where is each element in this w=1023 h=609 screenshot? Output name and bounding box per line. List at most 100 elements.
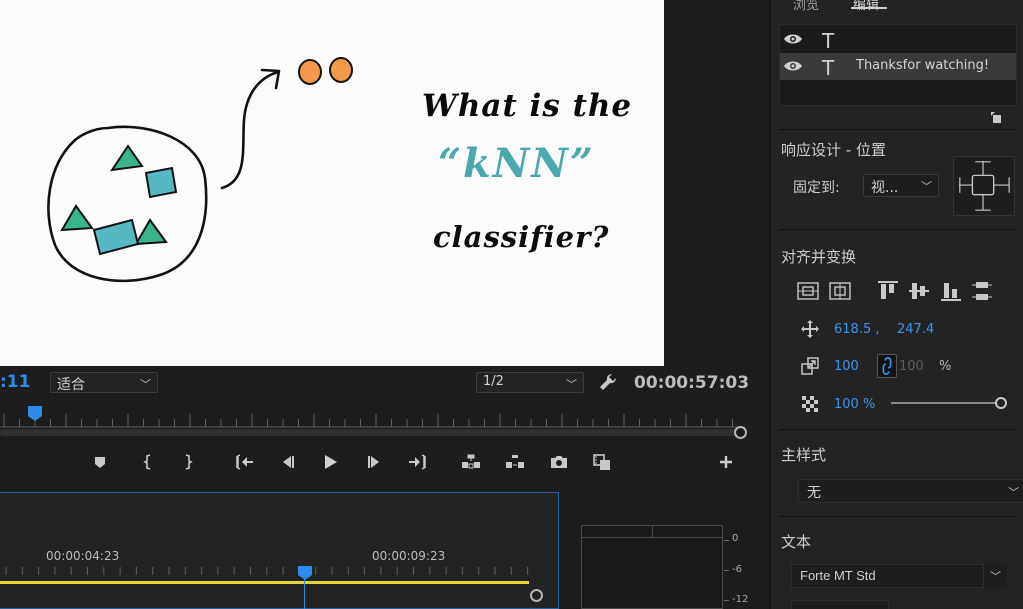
- meter-tick: [724, 540, 729, 541]
- audio-meter-panel: 0 -6 -12: [566, 492, 766, 609]
- playback-resolution-dropdown[interactable]: 1/2 ﹀: [476, 372, 584, 393]
- time-ruler[interactable]: [0, 404, 745, 428]
- opacity-slider[interactable]: [891, 402, 999, 404]
- font-style-dropdown[interactable]: [791, 600, 889, 609]
- responsive-design-title: 响应设计 - 位置: [781, 141, 886, 159]
- pin-anchor-widget[interactable]: [953, 156, 1015, 216]
- marker-icon[interactable]: [86, 448, 114, 476]
- opacity-slider-handle[interactable]: [995, 397, 1007, 409]
- title-line-1: What is the: [422, 88, 633, 124]
- zoom-level-value: 适合: [57, 377, 85, 393]
- audio-meter-display: [581, 525, 723, 609]
- wrench-icon[interactable]: [598, 372, 618, 392]
- go-to-in-icon[interactable]: [230, 448, 258, 476]
- text-section-title: 文本: [781, 533, 812, 551]
- master-style-value: 无: [807, 485, 821, 501]
- step-forward-icon[interactable]: [361, 448, 389, 476]
- align-horizontal-center-icon[interactable]: [829, 280, 851, 302]
- add-button-icon[interactable]: [712, 448, 740, 476]
- link-scale-icon[interactable]: [877, 354, 897, 378]
- monitor-scrollbar[interactable]: [0, 429, 738, 436]
- chevron-down-icon: ﹀: [140, 378, 151, 391]
- meter-tick: [724, 570, 729, 571]
- position-move-icon[interactable]: [800, 319, 820, 339]
- play-icon[interactable]: [316, 448, 344, 476]
- align-middle-icon[interactable]: [908, 280, 930, 302]
- position-y-value[interactable]: 247.4: [897, 322, 934, 337]
- scale-value[interactable]: 100: [834, 359, 859, 374]
- program-monitor: What is the “kNN” classifier? :11 适合 ﹀ 1…: [0, 0, 769, 487]
- scale-percent-label: %: [939, 359, 952, 374]
- layer-row-selected[interactable]: T Thanksfor watching!: [780, 53, 1016, 80]
- scale-icon[interactable]: [800, 356, 820, 376]
- chevron-down-icon: ﹀: [566, 378, 577, 391]
- timeline-ruler[interactable]: [0, 563, 530, 575]
- timeline-time-label: 00:00:09:23: [372, 549, 446, 563]
- pin-to-dropdown[interactable]: 视... ﹀: [863, 174, 939, 197]
- transport-controls: [0, 448, 769, 478]
- mark-out-icon[interactable]: [174, 448, 202, 476]
- align-vertical-center-icon[interactable]: [797, 280, 819, 302]
- align-top-icon[interactable]: [877, 280, 899, 302]
- mark-in-icon[interactable]: [134, 448, 162, 476]
- comparison-view-icon[interactable]: [588, 448, 616, 476]
- chevron-down-icon: ﹀: [921, 180, 932, 193]
- chevron-down-icon: ﹀: [983, 564, 1007, 588]
- playhead-timecode[interactable]: :11: [0, 372, 30, 392]
- layer-label: Thanksfor watching!: [856, 58, 990, 73]
- master-style-title: 主样式: [781, 446, 827, 464]
- new-layer-icon[interactable]: [991, 112, 1003, 124]
- video-preview[interactable]: What is the “kNN” classifier?: [0, 0, 664, 366]
- master-style-dropdown[interactable]: 无 ﹀: [798, 479, 1023, 503]
- chevron-down-icon: ﹀: [1008, 486, 1019, 499]
- lift-icon[interactable]: [457, 448, 485, 476]
- timeline-scroll-handle[interactable]: [530, 589, 543, 602]
- extract-icon[interactable]: [501, 448, 529, 476]
- work-area-bar[interactable]: [0, 581, 529, 584]
- section-divider: [779, 129, 1015, 130]
- pin-to-value: 视...: [871, 180, 899, 196]
- camera-icon[interactable]: [545, 448, 573, 476]
- timeline-playhead-icon[interactable]: [298, 566, 312, 580]
- font-family-value: Forte MT Std: [800, 568, 876, 583]
- pin-to-label: 固定到:: [793, 180, 840, 196]
- meter-db-label: -12: [732, 594, 749, 605]
- panel-tabs: 浏览 编辑: [771, 0, 1023, 13]
- section-divider: [779, 229, 1015, 230]
- playback-resolution-value: 1/2: [483, 374, 504, 389]
- opacity-checker-icon[interactable]: [800, 394, 820, 414]
- meter-db-label: -6: [732, 564, 742, 575]
- active-tab-indicator: [851, 7, 887, 9]
- opacity-value[interactable]: 100 %: [834, 397, 875, 412]
- position-x-value[interactable]: 618.5 ,: [834, 322, 879, 337]
- meter-tick: [724, 600, 729, 601]
- zoom-level-dropdown[interactable]: 适合 ﹀: [50, 372, 158, 393]
- timeline-time-label: 00:00:04:23: [46, 549, 120, 563]
- essential-graphics-panel: 浏览 编辑 T T Thanksfor watching! 响应设计 - 位置 …: [769, 0, 1023, 609]
- section-divider: [779, 429, 1015, 430]
- text-layer-icon: T: [822, 29, 835, 53]
- align-transform-title: 对齐并变换: [781, 248, 857, 266]
- step-back-icon[interactable]: [273, 448, 301, 476]
- font-family-dropdown[interactable]: Forte MT Std ﹀: [791, 564, 1007, 588]
- title-line-2: “kNN”: [438, 140, 595, 187]
- title-line-3: classifier?: [433, 220, 610, 254]
- eye-icon[interactable]: [783, 31, 803, 47]
- eye-icon[interactable]: [783, 58, 803, 74]
- timeline-playhead-line: [304, 579, 305, 609]
- tab-browse[interactable]: 浏览: [793, 0, 819, 13]
- align-bottom-icon[interactable]: [940, 280, 962, 302]
- layer-row[interactable]: T: [780, 26, 1016, 53]
- meter-divider: [652, 526, 653, 538]
- distribute-vertical-icon[interactable]: [971, 280, 993, 302]
- duration-timecode: 00:00:57:03: [634, 373, 750, 393]
- meter-db-label: 0: [732, 533, 739, 544]
- section-divider: [779, 516, 1015, 517]
- scrollbar-handle[interactable]: [734, 426, 747, 439]
- timeline-panel[interactable]: 00:00:04:23 00:00:09:23: [0, 492, 559, 609]
- text-layer-icon: T: [822, 56, 835, 80]
- monitor-playhead-icon[interactable]: [28, 406, 42, 421]
- layer-list: T T Thanksfor watching!: [779, 24, 1017, 106]
- go-to-out-icon[interactable]: [404, 448, 432, 476]
- scale-height-value: 100: [899, 359, 924, 374]
